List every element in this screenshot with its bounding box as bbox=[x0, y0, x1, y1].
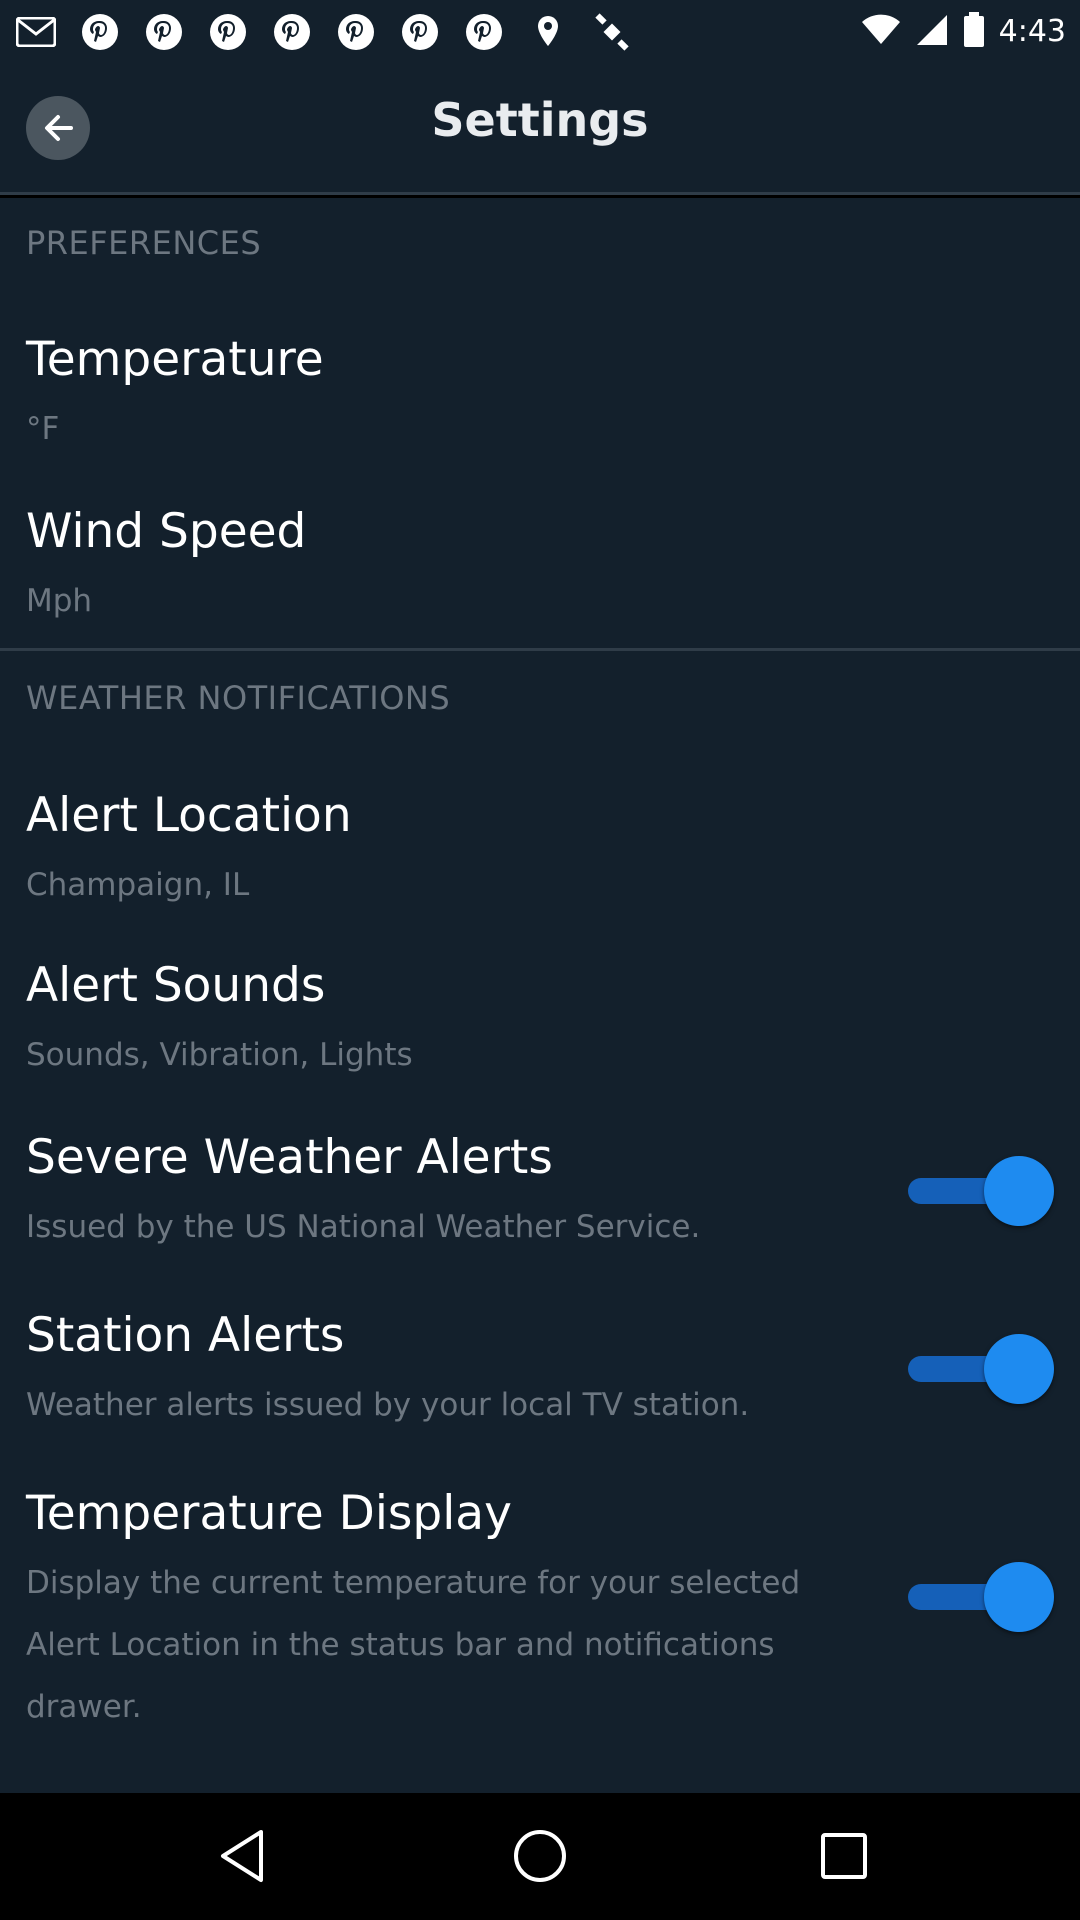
setting-station-alerts[interactable]: Station Alerts Weather alerts issued by … bbox=[0, 1294, 1080, 1472]
setting-subtitle: Weather alerts issued by your local TV s… bbox=[26, 1387, 750, 1423]
setting-wind-speed[interactable]: Wind Speed Mph bbox=[0, 490, 1080, 660]
pinterest-icon bbox=[462, 10, 506, 54]
section-header-preferences: PREFERENCES bbox=[26, 224, 262, 262]
nav-recents-button[interactable] bbox=[811, 1823, 877, 1889]
pinterest-icon bbox=[334, 10, 378, 54]
navigation-bar bbox=[0, 1793, 1080, 1920]
satellite-icon bbox=[590, 10, 634, 54]
setting-alert-sounds[interactable]: Alert Sounds Sounds, Vibration, Lights bbox=[0, 944, 1080, 1116]
setting-title: Alert Sounds bbox=[26, 958, 326, 1013]
setting-subtitle-line: Display the current temperature for your… bbox=[26, 1565, 801, 1601]
nav-home-icon bbox=[514, 1830, 566, 1882]
setting-alert-location[interactable]: Alert Location Champaign, IL bbox=[0, 774, 1080, 944]
system-status: 4:43 bbox=[861, 0, 1066, 63]
toggle-thumb bbox=[984, 1334, 1054, 1404]
temperature-display-toggle[interactable] bbox=[908, 1562, 1054, 1632]
setting-title: Alert Location bbox=[26, 788, 352, 843]
signal-icon bbox=[915, 13, 949, 51]
setting-title: Wind Speed bbox=[26, 504, 307, 559]
setting-severe-weather-alerts[interactable]: Severe Weather Alerts Issued by the US N… bbox=[0, 1116, 1080, 1294]
nav-back-icon bbox=[221, 1830, 263, 1882]
setting-title: Station Alerts bbox=[26, 1308, 345, 1363]
severe-weather-alerts-toggle[interactable] bbox=[908, 1156, 1054, 1226]
pinterest-icon bbox=[206, 10, 250, 54]
section-header-weather-notifications: WEATHER NOTIFICATIONS bbox=[26, 679, 451, 717]
nav-back-button[interactable] bbox=[209, 1823, 275, 1889]
setting-subtitle-line: drawer. bbox=[26, 1689, 142, 1725]
nav-recents-icon bbox=[821, 1833, 867, 1879]
toggle-thumb bbox=[984, 1156, 1054, 1226]
status-bar: 4:43 bbox=[0, 0, 1080, 63]
battery-icon bbox=[963, 11, 985, 52]
notification-icons bbox=[14, 10, 634, 54]
setting-title: Temperature bbox=[26, 332, 324, 387]
pinterest-icon bbox=[398, 10, 442, 54]
gmail-icon bbox=[14, 10, 58, 54]
toggle-thumb bbox=[984, 1562, 1054, 1632]
pinterest-icon bbox=[142, 10, 186, 54]
setting-subtitle: Issued by the US National Weather Servic… bbox=[26, 1209, 701, 1245]
page-title: Settings bbox=[431, 93, 649, 147]
setting-subtitle: Champaign, IL bbox=[26, 867, 250, 903]
status-time: 4:43 bbox=[998, 14, 1066, 49]
nav-home-button[interactable] bbox=[507, 1823, 573, 1889]
setting-subtitle-line: Alert Location in the status bar and not… bbox=[26, 1627, 775, 1663]
section-divider bbox=[0, 648, 1080, 651]
app-bar: Settings bbox=[0, 63, 1080, 195]
fake-gps-icon bbox=[526, 10, 570, 54]
setting-title: Temperature Display bbox=[26, 1486, 512, 1541]
pinterest-icon bbox=[78, 10, 122, 54]
setting-temperature-display[interactable]: Temperature Display Display the current … bbox=[0, 1472, 1080, 1772]
setting-temperature[interactable]: Temperature °F bbox=[0, 318, 1080, 490]
setting-subtitle: °F bbox=[26, 411, 60, 447]
setting-title: Severe Weather Alerts bbox=[26, 1130, 553, 1185]
pinterest-icon bbox=[270, 10, 314, 54]
settings-list: PREFERENCES Temperature °F Wind Speed Mp… bbox=[0, 198, 1080, 1793]
setting-subtitle: Mph bbox=[26, 583, 93, 619]
wifi-icon bbox=[861, 14, 901, 50]
setting-subtitle: Sounds, Vibration, Lights bbox=[26, 1037, 413, 1073]
station-alerts-toggle[interactable] bbox=[908, 1334, 1054, 1404]
